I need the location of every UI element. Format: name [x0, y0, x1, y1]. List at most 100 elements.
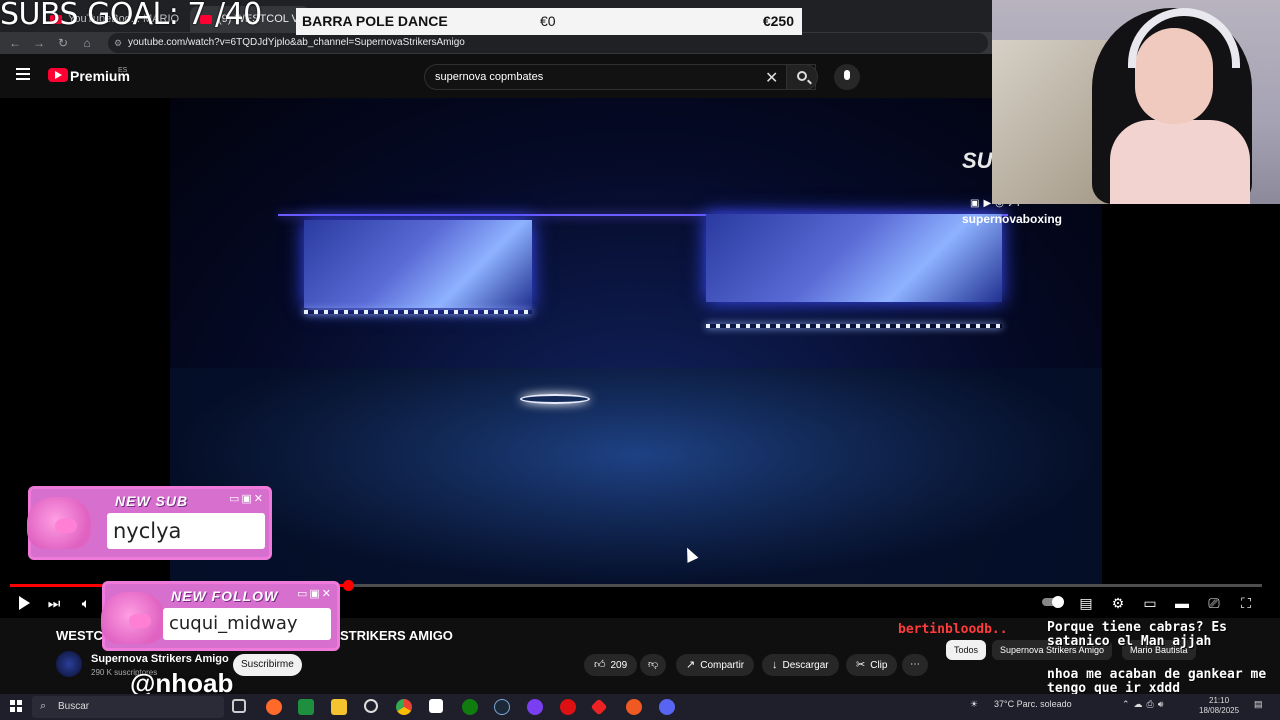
- search-input[interactable]: supernova copmbates ✕: [424, 64, 816, 90]
- webcam-streamer-body: [1110, 120, 1250, 204]
- address-bar[interactable]: ⚙ youtube.com/watch?v=6TQDJdYjplo&ab_cha…: [108, 33, 988, 53]
- scrubber-handle[interactable]: [343, 580, 355, 591]
- fullscreen-icon[interactable]: ⛶: [1236, 593, 1256, 613]
- theater-mode-icon[interactable]: ▬: [1172, 593, 1192, 613]
- clock-date: 18/08/2025: [1199, 706, 1240, 715]
- led-strip-right: [706, 324, 1002, 328]
- discord-icon[interactable]: [659, 699, 675, 715]
- play-icon: [19, 596, 30, 610]
- video-title-end: STRIKERS AMIGO: [340, 628, 453, 643]
- clip-label: Clip: [870, 660, 888, 671]
- window-buttons-icon: ▭▣✕: [228, 493, 265, 505]
- file-explorer-icon[interactable]: [331, 699, 347, 715]
- pig-mascot-icon: [27, 497, 91, 549]
- crowd-area: [170, 368, 1102, 584]
- pig-mascot-icon: [101, 592, 165, 644]
- forward-arrow-icon[interactable]: →: [30, 34, 48, 52]
- country-code: ES: [118, 67, 128, 74]
- play-button[interactable]: [14, 593, 34, 613]
- windows-taskbar: ⌕ Buscar ☀ 37°C Parc. soleado ⌃☁⎙🔊︎ 21:1…: [0, 694, 1280, 720]
- taskbar-clock[interactable]: 21:10 18/08/2025: [1199, 696, 1239, 716]
- more-actions-button[interactable]: ⋯: [902, 654, 928, 676]
- like-button[interactable]: 👍︎ 209: [584, 654, 638, 676]
- alert-title: NEW FOLLOW: [171, 588, 279, 604]
- channel-name[interactable]: Supernova Strikers Amigo: [91, 653, 229, 665]
- weather-icon[interactable]: ☀: [970, 699, 978, 710]
- system-tray-icons[interactable]: ⌃☁⎙🔊︎: [1122, 699, 1167, 710]
- firefox-icon[interactable]: [626, 699, 642, 715]
- youtube-header: Premium ES supernova copmbates ✕: [0, 54, 992, 98]
- chat-message: nhoa me acaban de gankear me tengo que i…: [1047, 667, 1267, 696]
- steam-icon[interactable]: [494, 699, 510, 715]
- subtitles-icon[interactable]: ▤: [1076, 593, 1096, 613]
- channel-avatar[interactable]: [56, 651, 82, 677]
- discord-like-icon[interactable]: [527, 699, 543, 715]
- search-query: supernova copmbates: [435, 71, 544, 83]
- download-button[interactable]: ↓ Descargar: [762, 654, 839, 676]
- taskbar-search[interactable]: ⌕ Buscar: [32, 696, 224, 718]
- clear-search-icon[interactable]: ✕: [765, 68, 778, 88]
- search-icon: ⌕: [40, 700, 47, 712]
- volume-icon[interactable]: 🔈︎: [76, 593, 96, 613]
- alert-title: NEW SUB: [115, 493, 189, 509]
- cast-icon[interactable]: ⎚: [1204, 593, 1224, 613]
- subs-goal-overlay: SUBS GOAL: 7 /40: [0, 0, 262, 32]
- boxing-ring-light: [520, 394, 590, 404]
- donation-goal-bar: BARRA POLE DANCE €0 €250: [296, 8, 802, 35]
- reload-icon[interactable]: ↻: [54, 34, 72, 52]
- brave-browser-icon[interactable]: [266, 699, 282, 715]
- weather-text[interactable]: 37°C Parc. soleado: [994, 699, 1072, 709]
- hamburger-menu-icon[interactable]: [16, 68, 30, 80]
- share-button[interactable]: ↗ Compartir: [676, 654, 755, 676]
- stage-screen-right: [706, 214, 1002, 302]
- chat-username: bertinbloodb..: [898, 622, 1008, 637]
- more-dots-icon: ⋯: [910, 659, 920, 670]
- youtube-logo-icon[interactable]: [48, 68, 68, 82]
- thumbs-down-icon: 👎︎: [648, 659, 659, 670]
- share-arrow-icon: ↗: [686, 659, 696, 671]
- search-icon: [797, 71, 807, 81]
- thumbs-up-icon: 👍︎: [594, 659, 606, 671]
- streamer-webcam: [992, 0, 1280, 204]
- miniplayer-icon[interactable]: ▭: [1140, 593, 1160, 613]
- clock-time: 21:10: [1209, 696, 1230, 705]
- autoplay-toggle[interactable]: [1042, 596, 1064, 608]
- new-sub-alert: NEW SUB ▭▣✕ nyclya: [27, 486, 272, 560]
- media-app-icon[interactable]: [429, 699, 443, 713]
- stage-screen-left: [304, 220, 532, 308]
- voice-search-mic-icon[interactable]: [834, 64, 860, 90]
- settings-gear-icon[interactable]: ⚙: [1108, 593, 1128, 613]
- obs-icon[interactable]: [364, 699, 378, 713]
- alert-username: cuqui_midway: [163, 608, 331, 640]
- next-video-icon[interactable]: ⏭: [44, 593, 64, 613]
- download-label: Descargar: [782, 660, 829, 671]
- download-icon: ↓: [772, 659, 778, 671]
- share-label: Compartir: [700, 660, 745, 671]
- red-app-icon[interactable]: [560, 699, 576, 715]
- taskbar-search-label: Buscar: [58, 701, 90, 712]
- dislike-button[interactable]: 👎︎: [640, 654, 667, 676]
- led-strip-left: [304, 310, 532, 314]
- alert-username: nyclya: [107, 513, 265, 549]
- valorant-icon[interactable]: [590, 698, 608, 716]
- donation-goal-label: BARRA POLE DANCE: [302, 13, 448, 29]
- scissors-icon: ✂: [856, 659, 866, 671]
- xbox-icon[interactable]: [462, 699, 478, 715]
- task-view-icon[interactable]: [232, 699, 246, 713]
- video-brand-handle: supernovaboxing: [962, 212, 1063, 226]
- url-text: youtube.com/watch?v=6TQDJdYjplo&ab_chann…: [128, 37, 465, 48]
- window-buttons-icon: ▭▣✕: [296, 588, 333, 600]
- chat-message: Porque tiene cabras? Es satanico el Man …: [1047, 620, 1228, 649]
- home-icon[interactable]: ⌂: [78, 34, 96, 52]
- chrome-icon[interactable]: [396, 699, 412, 715]
- clip-button[interactable]: ✂ Clip: [846, 654, 898, 676]
- search-button[interactable]: [786, 64, 818, 90]
- chip-all[interactable]: Todos: [946, 640, 987, 660]
- donation-goal-amount: €250: [762, 13, 794, 29]
- back-arrow-icon[interactable]: ←: [6, 34, 24, 52]
- notifications-icon[interactable]: ▤: [1254, 699, 1263, 710]
- donation-current: €0: [540, 13, 556, 29]
- site-info-icon[interactable]: ⚙: [114, 33, 122, 53]
- excel-icon[interactable]: [298, 699, 314, 715]
- windows-start-icon[interactable]: [10, 700, 22, 712]
